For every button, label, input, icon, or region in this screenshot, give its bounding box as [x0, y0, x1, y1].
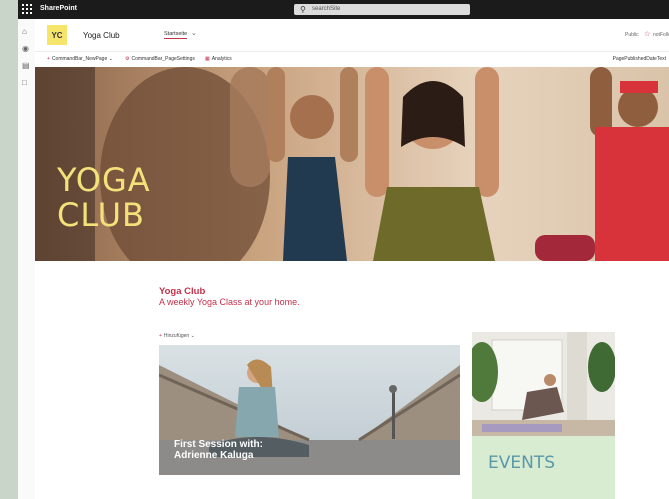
star-icon[interactable]: ☆	[644, 30, 650, 38]
nav-link-startseite[interactable]: Startseite	[164, 31, 188, 39]
page-published-date: PagePublishedDateText	[612, 56, 666, 62]
app-name[interactable]: SharePoint	[40, 5, 77, 12]
search-box[interactable]: ⚲ searchSite	[294, 4, 470, 15]
chevron-down-icon: ⌄	[190, 333, 195, 339]
hero-image: YOGA CLUB	[35, 67, 669, 261]
page-settings-button[interactable]: ⚙ CommandBar_PageSettings	[125, 56, 195, 62]
waffle-icon[interactable]	[22, 4, 32, 14]
site-header: YC Yoga Club Startseite ⌄ Public ☆ notFo…	[35, 19, 669, 51]
news-icon[interactable]: ▤	[22, 61, 30, 70]
search-input[interactable]: searchSite	[312, 6, 340, 12]
left-rail: ⌂ ◉ ▤ □	[18, 19, 36, 499]
search-icon: ⚲	[300, 5, 306, 14]
follow-button[interactable]: notFollowing	[653, 32, 669, 38]
news-card[interactable]: First Session with: Adrienne Kaluga	[159, 345, 460, 475]
site-logo[interactable]: YC	[47, 25, 67, 45]
page-canvas: YC Yoga Club Startseite ⌄ Public ☆ notFo…	[35, 19, 669, 499]
hero-title-line2: CLUB	[57, 196, 145, 234]
chevron-down-icon[interactable]: ⌄	[191, 29, 197, 37]
news-card-caption-line2: Adrienne Kaluga	[174, 450, 254, 461]
document-icon[interactable]: □	[22, 78, 27, 87]
home-icon[interactable]: ⌂	[22, 27, 27, 36]
chart-icon: ▦	[205, 56, 210, 62]
site-visibility: Public	[625, 32, 639, 38]
analytics-button[interactable]: ▦ Analytics	[205, 56, 232, 62]
new-page-label: CommandBar_NewPage	[51, 56, 108, 62]
gear-icon: ⚙	[125, 56, 130, 62]
section-subtitle: A weekly Yoga Class at your home.	[159, 297, 300, 307]
new-page-button[interactable]: + CommandBar_NewPage ⌄	[47, 56, 113, 62]
globe-icon[interactable]: ◉	[22, 44, 29, 53]
suite-bar: SharePoint ⚲ searchSite	[18, 0, 669, 19]
site-logo-initials: YC	[51, 30, 63, 40]
plus-icon: +	[159, 333, 162, 339]
hero-title: YOGA CLUB	[57, 163, 151, 233]
site-title[interactable]: Yoga Club	[83, 31, 120, 40]
add-label: Hinzufügen	[163, 333, 190, 339]
news-card-caption-line1: First Session with:	[174, 439, 263, 450]
events-card[interactable]: EVENTS	[472, 332, 615, 499]
add-button[interactable]: + Hinzufügen ⌄	[159, 333, 195, 339]
events-card-image	[472, 332, 615, 436]
section-title: Yoga Club	[159, 286, 206, 297]
events-title: EVENTS	[488, 453, 556, 473]
page-settings-label: CommandBar_PageSettings	[131, 56, 195, 62]
command-bar: + CommandBar_NewPage ⌄ ⚙ CommandBar_PageSe…	[35, 51, 669, 68]
plus-icon: +	[47, 56, 50, 62]
chevron-down-icon: ⌄	[108, 56, 113, 62]
hero-title-line1: YOGA	[57, 161, 151, 199]
analytics-label: Analytics	[211, 56, 232, 62]
news-card-caption[interactable]: First Session with: Adrienne Kaluga	[174, 439, 263, 461]
